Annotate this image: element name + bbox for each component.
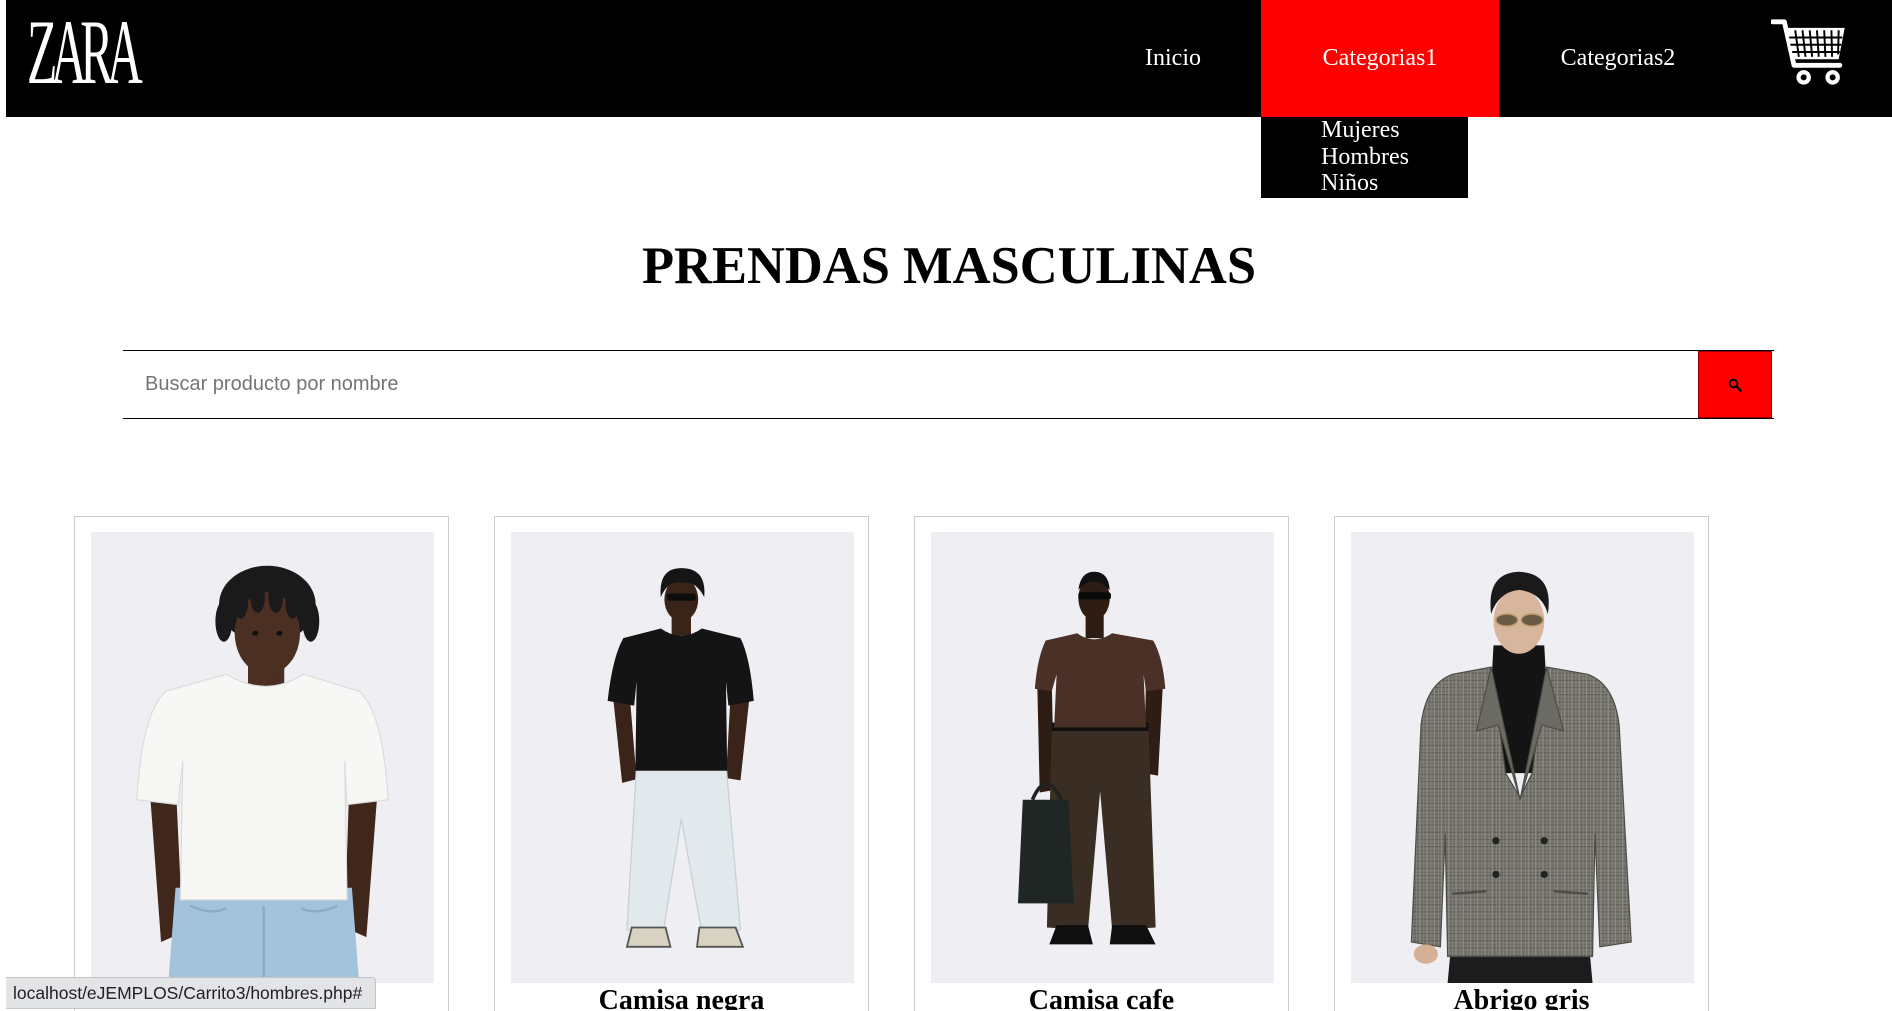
- dropdown-item-ninos[interactable]: Niños: [1261, 170, 1468, 197]
- product-card: Camisa cafe: [914, 516, 1289, 1011]
- nav-categorias2[interactable]: Categorias2: [1499, 0, 1737, 117]
- product-card: Abrigo gris: [1334, 516, 1709, 1011]
- product-image: [931, 532, 1274, 983]
- search-button[interactable]: [1698, 351, 1772, 418]
- product-card: [74, 516, 449, 1011]
- categorias1-dropdown: Mujeres Hombres Niños: [1261, 117, 1468, 198]
- product-photo: [91, 532, 434, 983]
- page: ZARA Inicio Categorias1 Categorias2 Muje…: [0, 0, 1892, 1011]
- product-image: [1351, 532, 1694, 983]
- search-icon: [1728, 378, 1742, 392]
- product-name: Camisa cafe: [1028, 985, 1175, 1011]
- search-form: [123, 350, 1774, 419]
- zara-logo: ZARA: [27, 1, 143, 103]
- product-photo: [511, 532, 854, 983]
- product-image: [91, 532, 434, 983]
- nav-categorias1[interactable]: Categorias1: [1261, 0, 1499, 117]
- shopping-cart-icon-graphic: [1771, 19, 1845, 85]
- dropdown-item-mujeres[interactable]: Mujeres: [1261, 117, 1468, 144]
- page-title: PRENDAS MASCULINAS: [641, 237, 1257, 295]
- product-photo: [931, 532, 1274, 983]
- product-card: Camisa negra: [494, 516, 869, 1011]
- product-name: Abrigo gris: [1453, 985, 1590, 1011]
- top-navbar: ZARA Inicio Categorias1 Categorias2: [6, 0, 1892, 117]
- product-grid: Camisa negra Camisa cafe Abrigo gris: [0, 516, 1892, 1011]
- browser-status-bar: localhost/eJEMPLOS/Carrito3/hombres.php#: [6, 977, 376, 1009]
- product-image: [511, 532, 854, 983]
- shopping-cart-icon[interactable]: [1771, 17, 1846, 87]
- product-photo: [1351, 532, 1694, 983]
- nav-inicio[interactable]: Inicio: [1085, 0, 1261, 117]
- product-name: Camisa negra: [598, 985, 765, 1011]
- search-input[interactable]: [123, 351, 1698, 418]
- dropdown-item-hombres[interactable]: Hombres: [1261, 144, 1468, 171]
